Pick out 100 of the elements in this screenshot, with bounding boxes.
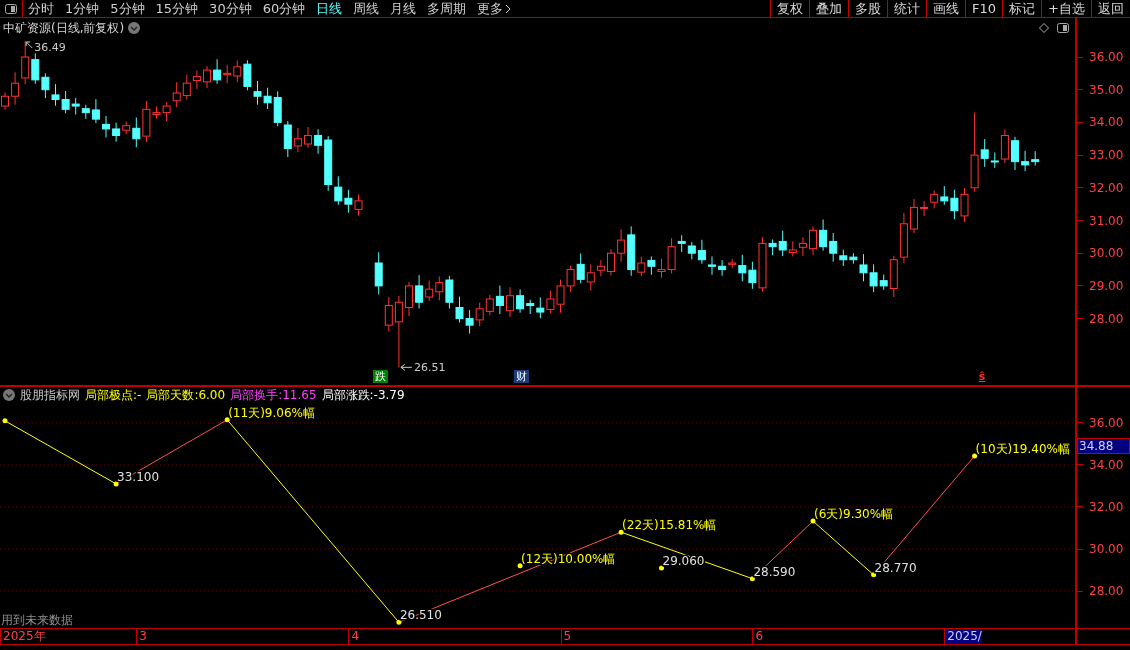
candle (576, 253, 585, 284)
period-tab[interactable]: 1分钟 (65, 0, 100, 17)
toolbar-button[interactable]: 画线 (926, 0, 966, 17)
candle (1021, 150, 1030, 172)
low-price-label: 26.51 (413, 361, 446, 375)
candle (354, 194, 363, 217)
candle (495, 285, 504, 315)
price-axis-label: 35.00 (1089, 82, 1124, 97)
point-label: (10天)19.40%幅 (975, 441, 1070, 456)
period-tab[interactable]: 日线 (316, 0, 343, 17)
indicator-value: 局部换手:11.65 (230, 388, 317, 402)
candle (1011, 136, 1019, 171)
candle (21, 40, 30, 85)
candle (405, 281, 413, 317)
candle (253, 80, 262, 106)
point-label: 29.060 (662, 553, 705, 568)
period-tab[interactable]: 月线 (390, 0, 417, 17)
chevron-down-icon[interactable] (3, 389, 15, 401)
candle (182, 74, 191, 100)
toolbar-button[interactable]: F10 (965, 0, 1003, 17)
point-label: (6天)9.30%幅 (814, 507, 894, 522)
period-tab[interactable]: 60分钟 (262, 0, 306, 17)
candle (1031, 150, 1040, 167)
toolbar-button[interactable]: 复权 (770, 0, 810, 17)
date-axis-label: 5 (560, 629, 572, 644)
value-axis-label: 28.00 (1089, 584, 1124, 598)
panel-toggle-icon[interactable] (1057, 23, 1069, 33)
candle (71, 97, 80, 116)
arrow-icon (25, 41, 33, 49)
candle (920, 200, 929, 217)
panel-toggle-icon[interactable] (5, 3, 17, 14)
candle (11, 71, 20, 106)
indicator-value: 局部天数:6.00 (146, 388, 226, 402)
price-axis-label: 34.00 (1089, 115, 1124, 130)
candle (435, 275, 444, 301)
period-tab[interactable]: 5分钟 (110, 0, 145, 17)
candle (61, 90, 70, 114)
indicator-value: 局部极点:- (85, 388, 142, 402)
candle (243, 59, 252, 91)
candle (899, 212, 908, 264)
value-axis-label: 34.00 (1089, 457, 1124, 472)
date-axis-label: 3 (136, 629, 147, 644)
candle (485, 294, 494, 316)
candle (192, 69, 201, 90)
indicator-name: 股朋指标网 (20, 388, 80, 402)
candle (506, 286, 514, 318)
price-axis-label: 32.00 (1089, 180, 1124, 195)
period-tab[interactable]: 多周期 (427, 0, 467, 17)
period-tab[interactable]: 周线 (353, 0, 380, 17)
price-axis-label: 36.00 (1089, 50, 1124, 64)
point-label: (11天)9.06%幅 (228, 405, 315, 420)
chevron-down-icon[interactable] (128, 22, 141, 34)
candle (344, 189, 353, 214)
period-tab[interactable]: 更多 (477, 0, 512, 17)
price-axis-label: 31.00 (1089, 213, 1124, 228)
period-tab[interactable]: 分时 (28, 0, 54, 17)
event-badge[interactable]: ŝ (978, 370, 986, 383)
toolbar-button[interactable]: 多股 (848, 0, 888, 17)
value-axis-label: 30.00 (1089, 542, 1124, 556)
price-axis-label: 30.00 (1089, 246, 1124, 261)
date-axis-label: 6 (752, 629, 764, 644)
candle (374, 251, 383, 295)
candle (304, 126, 312, 149)
warning-note: 用到未来数据 (1, 613, 73, 627)
candle (223, 64, 232, 84)
chart-title: 中矿资源(日线,前复权) (3, 20, 125, 36)
toolbar-button[interactable]: 返回 (1091, 0, 1130, 17)
date-axis-label: 4 (348, 629, 360, 644)
date-axis-label: 2025年 (0, 629, 46, 644)
toolbar-button[interactable]: 标记 (1002, 0, 1042, 17)
event-badge[interactable]: 跌 (372, 370, 388, 383)
toolbar-button[interactable]: 统计 (887, 0, 927, 17)
candle (203, 65, 211, 89)
candle (697, 239, 706, 265)
candle (445, 275, 454, 309)
point-label: (22天)15.81%幅 (622, 518, 717, 533)
event-badge[interactable]: 财 (514, 370, 530, 383)
candle (566, 265, 575, 293)
value-axis-label: 36.00 (1089, 415, 1124, 430)
indicator-value: 局部涨跌:-3.79 (321, 388, 405, 402)
toolbar-button[interactable]: 叠加 (809, 0, 849, 17)
candle (798, 236, 807, 257)
candle (51, 83, 60, 107)
current-value-label: 34.88 (1077, 438, 1130, 455)
candle (213, 58, 222, 85)
candle (172, 81, 181, 108)
candle (465, 309, 474, 335)
period-tab[interactable]: 15分钟 (155, 0, 199, 17)
price-axis-label: 33.00 (1089, 148, 1124, 163)
price-axis-label: 29.00 (1089, 278, 1124, 293)
toolbar-button[interactable]: +自选 (1041, 0, 1091, 17)
chevron-right-icon (505, 3, 512, 14)
candle (41, 72, 50, 99)
candle (930, 189, 939, 209)
candle (455, 296, 464, 323)
candle (31, 52, 40, 85)
period-tab[interactable]: 30分钟 (209, 0, 252, 17)
candle (102, 115, 110, 138)
candle (809, 225, 817, 256)
diamond-icon[interactable] (1039, 23, 1049, 33)
